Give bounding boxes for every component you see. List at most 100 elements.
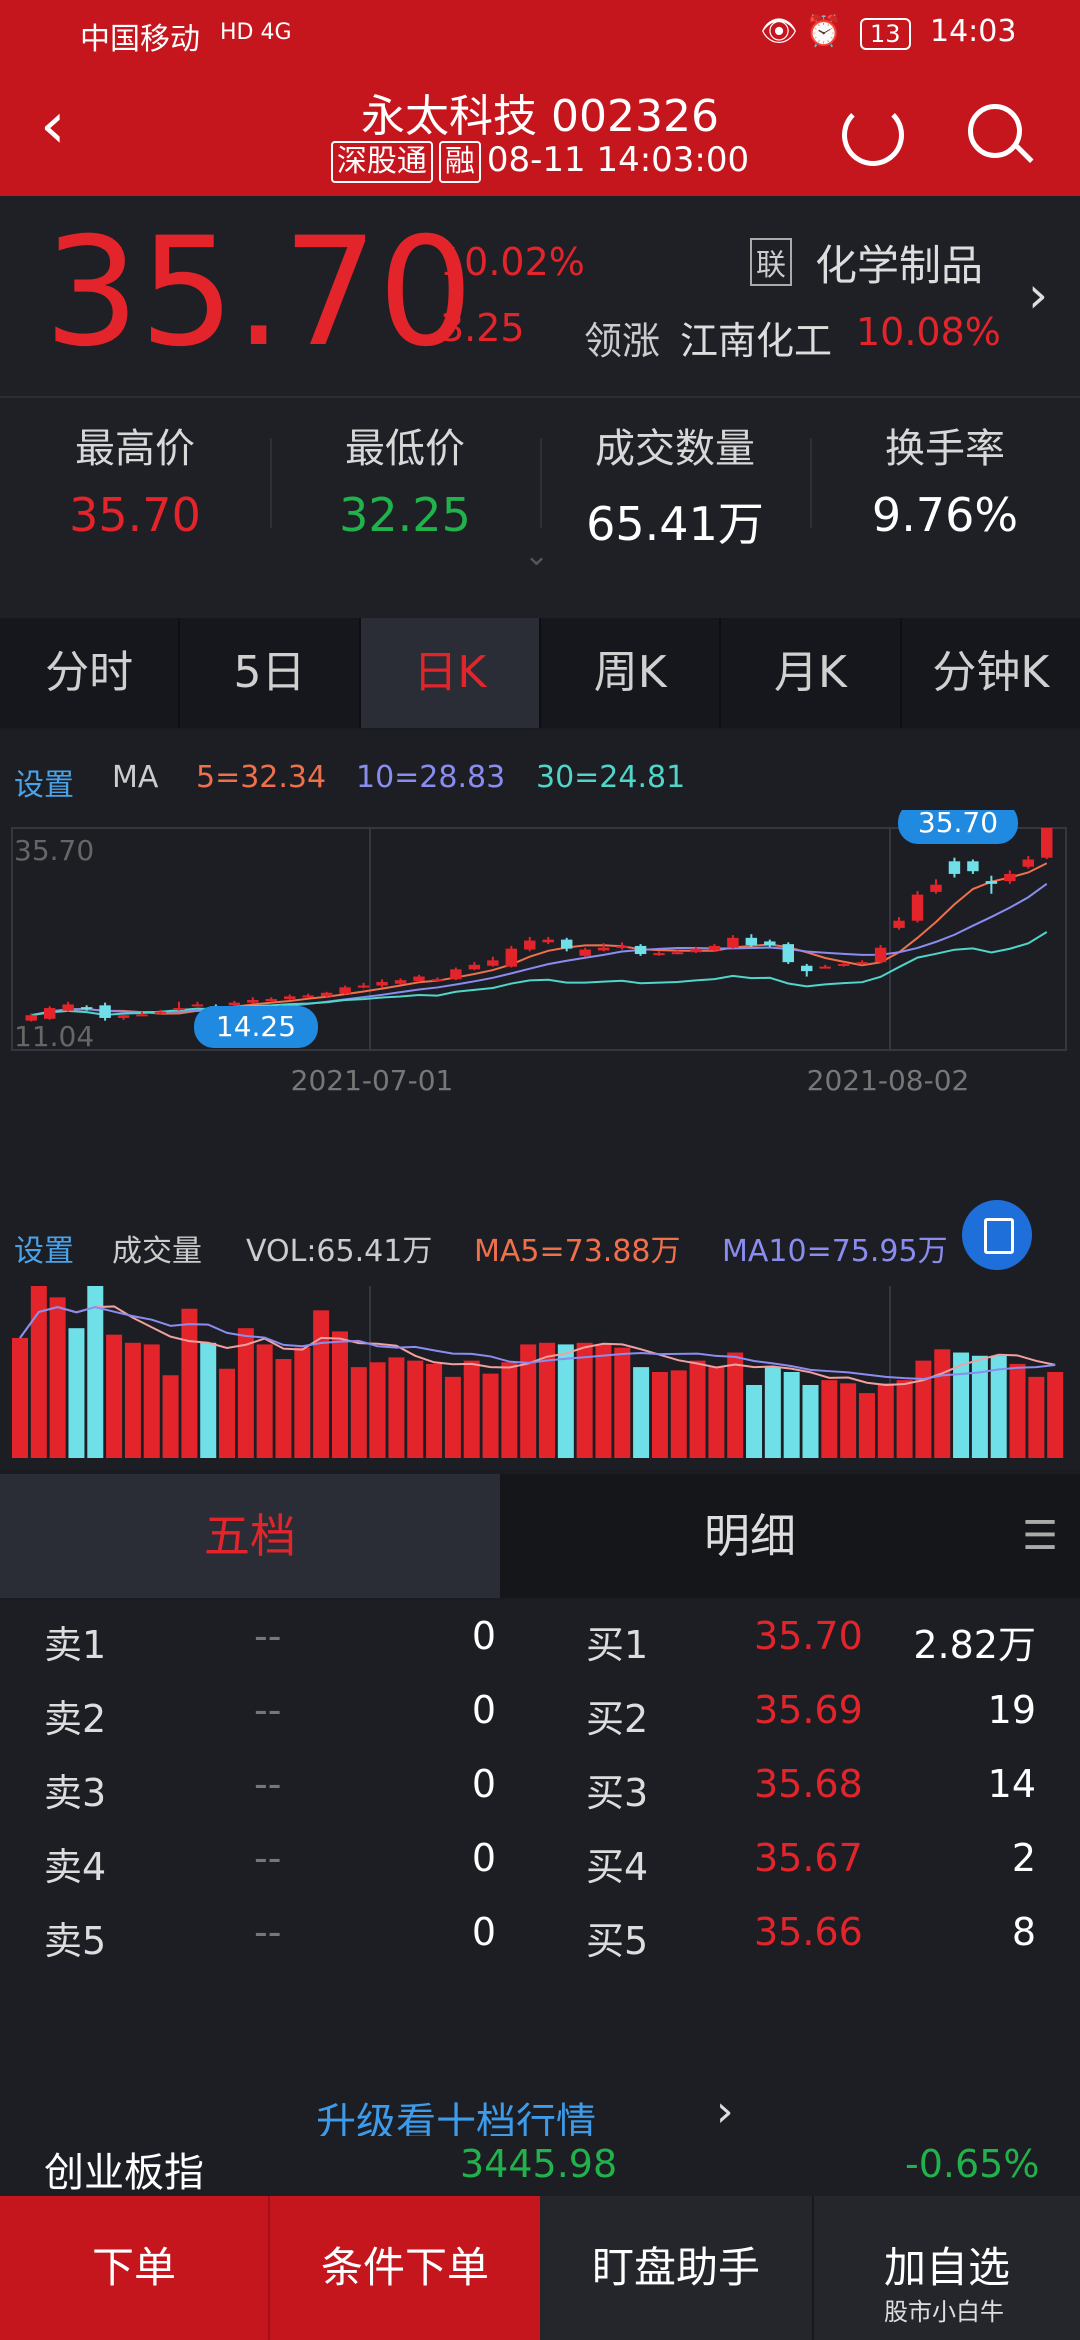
candle-body: [339, 987, 351, 994]
sgt-tag: 深股通: [330, 141, 433, 183]
volume-bar: [162, 1375, 179, 1458]
buy-price: 35.70: [754, 1614, 863, 1658]
vol-settings-link[interactable]: 设置: [14, 1226, 74, 1270]
ma-settings-link[interactable]: 设置: [14, 760, 74, 804]
network-indicator: HD 4G: [220, 20, 292, 45]
sell-volume: 0: [471, 1836, 496, 1880]
candle-body: [690, 948, 702, 953]
expand-chart-icon[interactable]: [962, 1200, 1032, 1270]
volume-bar: [313, 1310, 330, 1458]
monitor-assistant-button[interactable]: 盯盘助手: [540, 2196, 814, 2340]
volume-bar: [727, 1352, 744, 1458]
candle-body: [1041, 828, 1053, 858]
index-value: 3445.98: [460, 2142, 618, 2186]
x-tick-label: 2021-07-01: [291, 1064, 454, 1097]
chevron-right-icon[interactable]: ›: [1028, 266, 1048, 324]
y-max-label: 35.70: [14, 834, 94, 867]
volume-bar: [200, 1342, 217, 1458]
refresh-icon[interactable]: [842, 104, 904, 166]
buy-price: 35.69: [754, 1688, 863, 1732]
top-header: 中国移动 HD 4G 👁 ⏰ 13 14:03 ‹ 永太科技 002326 深股…: [0, 0, 1080, 196]
stat-label: 最低价: [345, 426, 465, 472]
sell-price: --: [254, 1688, 282, 1732]
chevron-down-icon[interactable]: ⌄: [524, 538, 549, 573]
vol-ma5-line: [19, 1305, 1056, 1386]
volume-bar: [670, 1370, 687, 1458]
stat-high: 最高价 35.70: [0, 416, 270, 542]
buy-price: 35.68: [754, 1762, 863, 1806]
candle-body: [43, 1008, 56, 1019]
sell-label: 卖1: [44, 1623, 107, 1667]
stat-low: 最低价 32.25: [270, 416, 540, 542]
ma30-line: [31, 931, 1048, 1017]
volume-bar: [237, 1328, 254, 1458]
stat-value: 35.70: [69, 488, 201, 542]
quote-panel: 35.70 10.02% 3.25 联 化学制品 领涨 江南化工 10.08% …: [0, 196, 1080, 396]
price-change: 3.25: [440, 306, 525, 350]
tab-detail[interactable]: 明细: [500, 1474, 1000, 1598]
order-button[interactable]: 下单: [0, 2196, 270, 2340]
index-strip[interactable]: 创业板指 3445.98 -0.65%: [0, 2136, 1080, 2198]
volume-bar: [1009, 1363, 1026, 1458]
lead-label: 领涨: [584, 319, 661, 363]
volume-bar: [783, 1372, 800, 1458]
candle-body: [320, 992, 333, 997]
buy-label: 买2: [586, 1697, 649, 1741]
volume-bar: [1028, 1376, 1045, 1458]
candle-body: [930, 884, 942, 892]
volume-bar: [68, 1328, 85, 1458]
candle-body: [837, 963, 850, 966]
candle-body: [560, 939, 573, 949]
stat-label: 成交数量: [595, 426, 755, 472]
x-tick-label: 2021-08-02: [807, 1064, 970, 1097]
candle-body: [708, 945, 721, 951]
tab-5day[interactable]: 5日: [180, 618, 361, 728]
buy-volume: 19: [987, 1688, 1036, 1732]
candle-body: [450, 969, 462, 980]
sell-label: 卖2: [44, 1697, 107, 1741]
search-icon[interactable]: [968, 104, 1034, 164]
candle-body: [431, 979, 444, 982]
candle-body: [265, 999, 277, 1002]
sell-price: --: [254, 1836, 282, 1880]
candle-body: [597, 947, 610, 951]
candlestick-chart[interactable]: 35.70 11.04 35.70 14.25 2021-07-01 2021-08-02: [0, 810, 1080, 1140]
tab-monthly-k[interactable]: 月K: [721, 618, 902, 728]
volume-bar: [350, 1367, 367, 1458]
volume-bar: [124, 1342, 141, 1458]
candle-body: [302, 995, 314, 998]
tab-minute-k[interactable]: 分钟K: [902, 618, 1080, 728]
candle-body: [154, 1011, 167, 1014]
candle-body: [394, 980, 407, 984]
candle-body: [376, 981, 388, 986]
quote-datetime: 08-11 14:03:00: [486, 140, 750, 180]
vol-value: VOL:65.41万: [246, 1234, 433, 1269]
volume-bar: [576, 1342, 593, 1458]
volume-bar: [256, 1344, 273, 1458]
volume-bar: [106, 1334, 123, 1458]
volume-bar: [482, 1373, 499, 1458]
sell-volume: 0: [471, 1762, 496, 1806]
candle-body: [948, 861, 961, 874]
tab-five-level[interactable]: 五档: [0, 1474, 500, 1598]
candle-body: [745, 937, 758, 946]
sector-name[interactable]: 化学制品: [815, 232, 983, 293]
sector-tag: 联: [750, 238, 792, 286]
volume-bar: [294, 1347, 311, 1458]
menu-icon[interactable]: ☰: [1000, 1474, 1080, 1598]
tab-daily-k[interactable]: 日K: [360, 618, 541, 728]
volume-bar: [915, 1360, 932, 1458]
battery-icon: 13: [860, 18, 911, 50]
chevron-right-icon[interactable]: ›: [716, 2086, 734, 2137]
tab-intraday[interactable]: 分时: [0, 618, 181, 728]
buy-label: 买3: [586, 1771, 649, 1815]
volume-bar: [595, 1344, 612, 1458]
conditional-order-button[interactable]: 条件下单: [270, 2196, 540, 2340]
buy-volume: 8: [1011, 1910, 1036, 1954]
buy-price: 35.66: [754, 1910, 863, 1954]
tab-weekly-k[interactable]: 周K: [541, 618, 722, 728]
stat-value: 9.76%: [871, 488, 1019, 542]
candle-body: [505, 948, 518, 967]
volume-chart[interactable]: [0, 1280, 1080, 1460]
volume-bar: [877, 1383, 894, 1458]
